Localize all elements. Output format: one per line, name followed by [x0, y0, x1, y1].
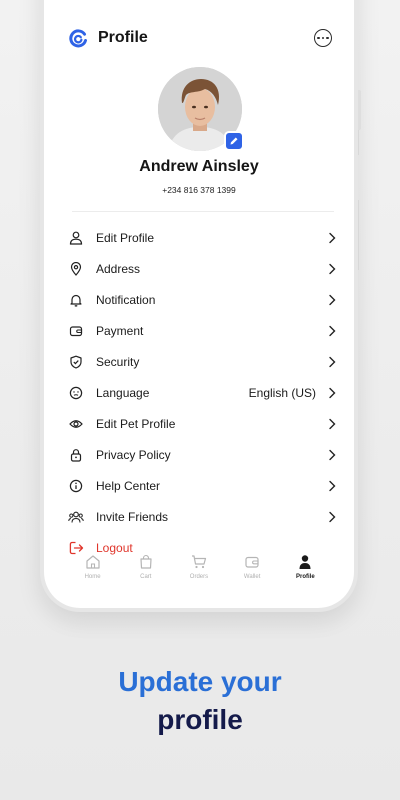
edit-avatar-button[interactable] — [224, 131, 244, 151]
phone-frame: Profile Andrew Ainsley +234 816 378 1399… — [40, 0, 361, 612]
shield-check-icon — [68, 354, 84, 370]
nav-label: Cart — [140, 574, 152, 580]
avatar-container — [158, 67, 244, 151]
menu-item-label: Help Center — [96, 478, 161, 493]
dot — [321, 36, 325, 40]
menu-item-label: Security — [96, 354, 140, 369]
eye-icon — [68, 416, 84, 432]
profile-phone: +234 816 378 1399 — [162, 185, 236, 195]
cart-icon — [191, 555, 207, 569]
app-header: Profile — [68, 25, 332, 51]
menu-item-edit-profile[interactable]: Edit Profile — [68, 222, 336, 253]
nav-item-profile[interactable]: Profile — [283, 554, 327, 590]
menu-item-label: Language — [96, 385, 150, 400]
menu-item-notification[interactable]: Notification — [68, 284, 336, 315]
phone-screen: Profile Andrew Ainsley +234 816 378 1399… — [44, 0, 354, 608]
dot — [317, 36, 320, 40]
menu-item-security[interactable]: Security — [68, 346, 336, 377]
chevron-right-icon — [329, 480, 336, 491]
nav-label: Home — [84, 574, 101, 580]
menu-item-label: Invite Friends — [96, 509, 169, 524]
page-title: Profile — [98, 29, 148, 46]
bell-icon — [68, 292, 84, 308]
menu-item-label: Notification — [96, 292, 156, 307]
nav-item-wallet[interactable]: Wallet — [230, 554, 274, 590]
menu-item-label: Privacy Policy — [96, 447, 171, 462]
bottom-nav: Home Cart Orders Wallet Profile — [44, 554, 354, 590]
nav-item-cart[interactable]: Cart — [124, 554, 168, 590]
person-icon — [299, 555, 311, 569]
chevron-right-icon — [329, 387, 336, 398]
menu-item-label: Edit Profile — [96, 230, 155, 245]
chevron-right-icon — [329, 356, 336, 367]
menu-item-edit-pet-profile[interactable]: Edit Pet Profile — [68, 408, 336, 439]
menu-item-help-center[interactable]: Help Center — [68, 470, 336, 501]
menu-item-payment[interactable]: Payment — [68, 315, 336, 346]
wallet-icon — [68, 323, 84, 339]
location-pin-icon — [68, 261, 84, 277]
lock-icon — [68, 447, 84, 463]
profile-name: Andrew Ainsley — [139, 158, 259, 175]
users-icon — [68, 509, 84, 525]
dot — [326, 36, 329, 40]
chevron-right-icon — [329, 325, 336, 336]
language-value: English (US) — [248, 385, 316, 400]
menu-item-address[interactable]: Address — [68, 253, 336, 284]
language-icon — [68, 385, 84, 401]
nav-label: Profile — [296, 574, 315, 580]
more-options-button[interactable] — [314, 29, 332, 47]
tagline-line-1: Update your — [118, 666, 282, 697]
nav-item-orders[interactable]: Orders — [177, 554, 221, 590]
info-icon — [68, 478, 84, 494]
profile-menu: Edit Profile Address Notification Paymen… — [68, 222, 336, 563]
menu-item-label: Edit Pet Profile — [96, 416, 176, 431]
wallet-icon — [245, 556, 259, 568]
menu-item-language[interactable]: Language English (US) — [68, 377, 336, 408]
chevron-right-icon — [329, 294, 336, 305]
chevron-right-icon — [329, 511, 336, 522]
chevron-right-icon — [329, 449, 336, 460]
menu-item-label: Address — [96, 261, 141, 276]
nav-label: Wallet — [243, 574, 261, 580]
divider — [72, 211, 334, 212]
nav-label: Orders — [189, 574, 209, 580]
pencil-icon — [230, 137, 238, 145]
chevron-right-icon — [329, 263, 336, 274]
chevron-right-icon — [329, 232, 336, 243]
chevron-right-icon — [329, 418, 336, 429]
menu-item-label: Payment — [96, 323, 144, 338]
background-line — [358, 200, 359, 270]
user-icon — [68, 230, 84, 246]
app-logo-icon — [69, 29, 87, 48]
menu-item-invite-friends[interactable]: Invite Friends — [68, 501, 336, 532]
nav-item-home[interactable]: Home — [71, 554, 115, 590]
home-icon — [85, 555, 100, 569]
side-button — [358, 90, 361, 130]
logout-label: Logout — [96, 540, 133, 555]
tagline-line-2: profile — [157, 704, 243, 735]
bag-icon — [140, 554, 152, 569]
menu-item-privacy-policy[interactable]: Privacy Policy — [68, 439, 336, 470]
